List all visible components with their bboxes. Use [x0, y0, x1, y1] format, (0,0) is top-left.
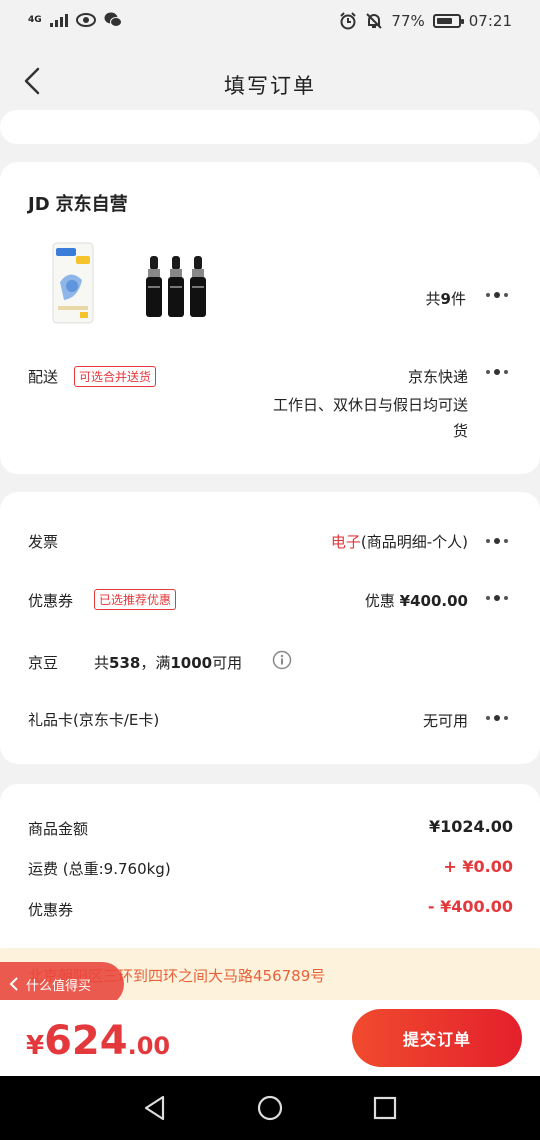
page-title: 填写订单: [224, 74, 316, 98]
delivery-time-line2: 货: [452, 422, 468, 440]
giftcard-value[interactable]: 无可用: [423, 710, 468, 731]
info-icon[interactable]: [272, 650, 292, 670]
count-number: 9: [440, 290, 451, 308]
total-price: ¥624.00: [26, 1018, 170, 1064]
delivery-label: 配送: [28, 368, 59, 386]
summary-coupon-value: - ¥400.00: [427, 897, 513, 916]
count-suffix: 件: [450, 290, 466, 308]
more-icon[interactable]: [486, 595, 508, 601]
beans-count: 538: [109, 654, 141, 672]
invoice-label: 发票: [28, 533, 59, 551]
nav-recents-icon[interactable]: [371, 1094, 399, 1122]
coupon-tag: 已选推荐优惠: [94, 589, 177, 610]
summary-coupon-label: 优惠券: [28, 901, 74, 919]
price-currency: ¥: [26, 1031, 45, 1061]
invoice-detail: (商品明细-个人): [360, 533, 468, 551]
battery-percent: 77%: [391, 12, 425, 30]
status-right: 77% 07:21: [339, 12, 512, 30]
goods-amount-value: ¥1024.00: [428, 817, 513, 836]
giftcard-label: 礼品卡(京东卡/E卡): [28, 711, 160, 729]
coupon-value[interactable]: 优惠 ¥400.00: [365, 590, 468, 611]
nav-back-icon[interactable]: [141, 1094, 169, 1122]
address-card-partial: [0, 110, 540, 144]
help-pill-label: 什么值得买: [26, 978, 92, 994]
nav-home-icon[interactable]: [256, 1094, 284, 1122]
item-count[interactable]: 共9件: [426, 288, 466, 309]
price-decimal: .00: [127, 1032, 171, 1060]
beans-post: 可用: [212, 654, 243, 672]
count-prefix: 共: [425, 290, 441, 308]
jd-logo: JD: [28, 194, 50, 215]
store-name: JD 京东自营: [28, 190, 128, 216]
chevron-left-icon: [9, 977, 18, 991]
product-image-diapers[interactable]: [52, 242, 94, 324]
product-image-serum[interactable]: [143, 256, 209, 318]
beans-pre: 共: [94, 654, 110, 672]
battery-icon: [432, 14, 464, 28]
beans-min: 1000: [170, 654, 213, 672]
invoice-type: 电子: [330, 533, 361, 551]
shipping-label: 运费 (总重:9.760kg): [28, 860, 171, 878]
delivery-method[interactable]: 京东快递: [408, 366, 468, 387]
eye-icon: [75, 13, 96, 27]
beans-label: 京豆: [28, 654, 59, 672]
beans-info: 共538，满1000可用: [94, 652, 242, 673]
coupon-value-prefix: 优惠: [364, 592, 395, 610]
network-type: 4G: [28, 14, 42, 25]
wechat-icon: [104, 12, 122, 27]
more-icon[interactable]: [486, 369, 508, 375]
price-integer: 624: [44, 1018, 128, 1064]
status-left: 4G: [28, 12, 122, 28]
delivery-tag: 可选合并送货: [74, 366, 157, 387]
signal-icon: [49, 13, 68, 27]
beans-mid: ，满: [140, 654, 171, 672]
clock: 07:21: [468, 12, 512, 30]
goods-amount-label: 商品金额: [28, 820, 89, 838]
alarm-icon: [340, 12, 357, 30]
coupon-label: 优惠券: [28, 592, 74, 610]
delivery-time-line1: 工作日、双休日与假日均可送: [272, 396, 468, 414]
submit-order-button[interactable]: 提交订单: [352, 1009, 522, 1067]
coupon-amount: ¥400.00: [399, 592, 468, 610]
status-bar: 4G 77% 07:21: [0, 0, 540, 44]
more-icon[interactable]: [486, 292, 508, 298]
system-nav-bar: [0, 1076, 540, 1140]
mute-bell-icon: [366, 13, 383, 29]
store-name-text: 京东自营: [55, 194, 128, 215]
shipping-value: + ¥0.00: [443, 857, 513, 876]
invoice-value[interactable]: 电子(商品明细-个人): [331, 531, 468, 552]
more-icon[interactable]: [486, 538, 508, 544]
more-icon[interactable]: [486, 715, 508, 721]
